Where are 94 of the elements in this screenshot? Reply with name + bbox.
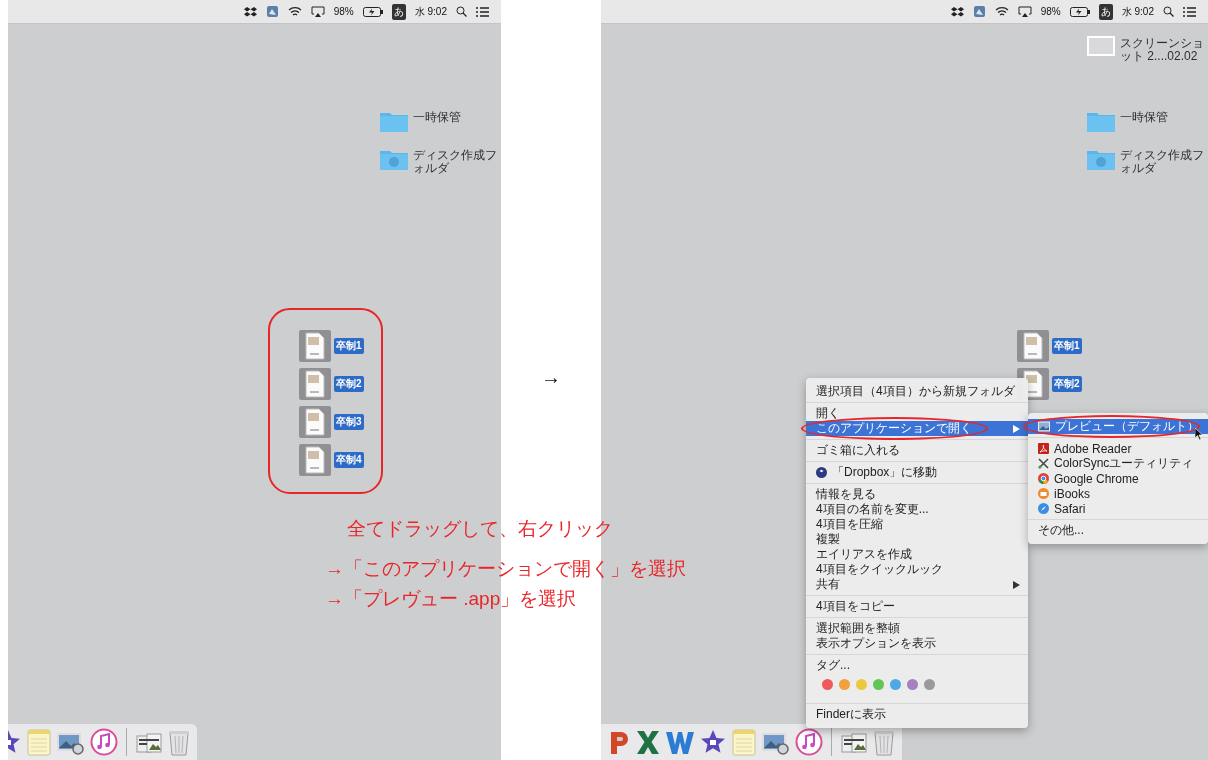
menu-item[interactable]: 表示オプションを表示 — [806, 636, 1028, 651]
compass-icon — [1038, 503, 1049, 514]
screenshot-thumbnail-icon — [1087, 36, 1115, 56]
menu-item[interactable]: 開く — [806, 406, 1028, 421]
file-name[interactable]: 卒制1 — [1052, 338, 1082, 354]
battery-icon — [1069, 6, 1090, 17]
battery-percent: 98% — [333, 6, 354, 17]
dropbox-icon — [243, 5, 257, 18]
folder-icon — [1087, 110, 1115, 132]
menu-item[interactable]: 選択範囲を整頓 — [806, 621, 1028, 636]
tag-dot[interactable] — [822, 679, 833, 690]
input-method-indicator[interactable]: あ — [391, 3, 406, 20]
document-file-icon — [305, 408, 325, 436]
file-name[interactable]: 卒制2 — [334, 376, 364, 392]
airplay-icon — [310, 5, 325, 18]
mouse-pointer-icon — [1195, 428, 1203, 440]
menu-item[interactable]: Finderに表示 — [806, 707, 1028, 722]
letter-x-icon — [635, 728, 661, 756]
menu-item[interactable]: 選択項目（4項目）から新規フォルダ — [806, 384, 1028, 399]
menu-item[interactable]: ColorSyncユーティリティ — [1028, 456, 1208, 471]
step-arrow: → — [541, 366, 561, 389]
clock: 水 9:02 — [414, 4, 447, 19]
desktop-icon-label[interactable]: 一時保管 — [1120, 110, 1206, 124]
file-name[interactable]: 卒制2 — [1052, 376, 1082, 392]
menu-item[interactable]: 「Dropbox」に移動 — [806, 465, 1028, 480]
menu-item[interactable]: 共有 — [806, 577, 1028, 592]
menu-item[interactable]: ゴミ箱に入れる — [806, 443, 1028, 458]
notepad-icon — [731, 728, 757, 756]
music-note-icon — [795, 728, 823, 756]
tools-icon — [1038, 458, 1049, 469]
document-file-icon — [305, 332, 325, 360]
instruction-text: →「プレヴュー .app」を選択 — [325, 587, 578, 611]
trash-icon — [872, 728, 896, 756]
notification-list-icon[interactable] — [476, 6, 489, 17]
desktop-icon-label[interactable]: スクリーンショット 2....02.02 — [1120, 36, 1206, 63]
wifi-icon — [994, 6, 1009, 17]
tag-dot[interactable] — [924, 679, 935, 690]
tag-dot[interactable] — [907, 679, 918, 690]
desktop-icon-label[interactable]: 一時保管 — [413, 110, 499, 124]
menu-item[interactable]: 4項目の名前を変更... — [806, 502, 1028, 517]
menu-item[interactable]: 複製 — [806, 532, 1028, 547]
desktop-icon-label[interactable]: ディスク作成フォルダ — [413, 148, 499, 175]
instruction-text: →「このアプリケーションで開く」を選択 — [325, 557, 686, 581]
tag-dot[interactable] — [873, 679, 884, 690]
notification-list-icon[interactable] — [1183, 6, 1196, 17]
pdf-icon — [1038, 443, 1049, 454]
battery-icon — [362, 6, 383, 17]
menu-item[interactable]: 4項目をクイックルック — [806, 562, 1028, 577]
instruction-text: 全てドラッグして、右クリック — [346, 517, 614, 541]
search-icon[interactable] — [1163, 6, 1174, 17]
document-file-icon — [1023, 332, 1043, 360]
file-name[interactable]: 卒制3 — [334, 414, 364, 430]
menu-item[interactable]: iBooks — [1028, 486, 1208, 501]
chrome-icon — [1038, 473, 1049, 484]
file-icon-selection[interactable] — [299, 368, 331, 400]
clock: 水 9:02 — [1121, 4, 1154, 19]
input-method-indicator[interactable]: あ — [1098, 3, 1113, 20]
menu-item[interactable]: 4項目をコピー — [806, 599, 1028, 614]
music-note-icon — [90, 728, 118, 756]
app-icon — [972, 5, 986, 18]
document-file-icon — [305, 370, 325, 398]
battery-percent: 98% — [1040, 6, 1061, 17]
menu-item[interactable]: 4項目を圧縮 — [806, 517, 1028, 532]
document-file-icon — [305, 446, 325, 474]
menu-item[interactable]: 情報を見る — [806, 487, 1028, 502]
dropbox-icon — [950, 5, 964, 18]
menu-item[interactable]: Safari — [1028, 501, 1208, 516]
dropbox-icon — [816, 467, 827, 478]
book-icon — [1038, 488, 1049, 499]
tag-dot[interactable] — [890, 679, 901, 690]
photo-viewer-icon — [1038, 421, 1050, 432]
file-name[interactable]: 卒制4 — [334, 452, 364, 468]
file-name[interactable]: 卒制1 — [334, 338, 364, 354]
wifi-icon — [287, 6, 302, 17]
file-icon-selection[interactable] — [299, 406, 331, 438]
desktop-icon-label[interactable]: ディスク作成フォルダ — [1120, 148, 1206, 175]
menu-item[interactable]: その他... — [1028, 523, 1208, 538]
menu-item[interactable]: タグ... — [806, 658, 1028, 673]
tag-dot[interactable] — [839, 679, 850, 690]
search-icon[interactable] — [456, 6, 467, 17]
file-icon-selection[interactable] — [299, 330, 331, 362]
airplay-icon — [1017, 5, 1032, 18]
notepad-icon — [26, 728, 52, 756]
folder-icon — [380, 148, 408, 170]
trash-icon — [167, 728, 191, 756]
menu-item[interactable]: エイリアスを作成 — [806, 547, 1028, 562]
file-icon-selection[interactable] — [299, 444, 331, 476]
menu-item[interactable]: Adobe Reader — [1028, 441, 1208, 456]
folder-icon — [1087, 148, 1115, 170]
folder-icon — [380, 110, 408, 132]
menu-item[interactable]: Google Chrome — [1028, 471, 1208, 486]
app-icon — [265, 5, 279, 18]
file-icon-selection[interactable] — [1017, 330, 1049, 362]
tag-dot[interactable] — [856, 679, 867, 690]
